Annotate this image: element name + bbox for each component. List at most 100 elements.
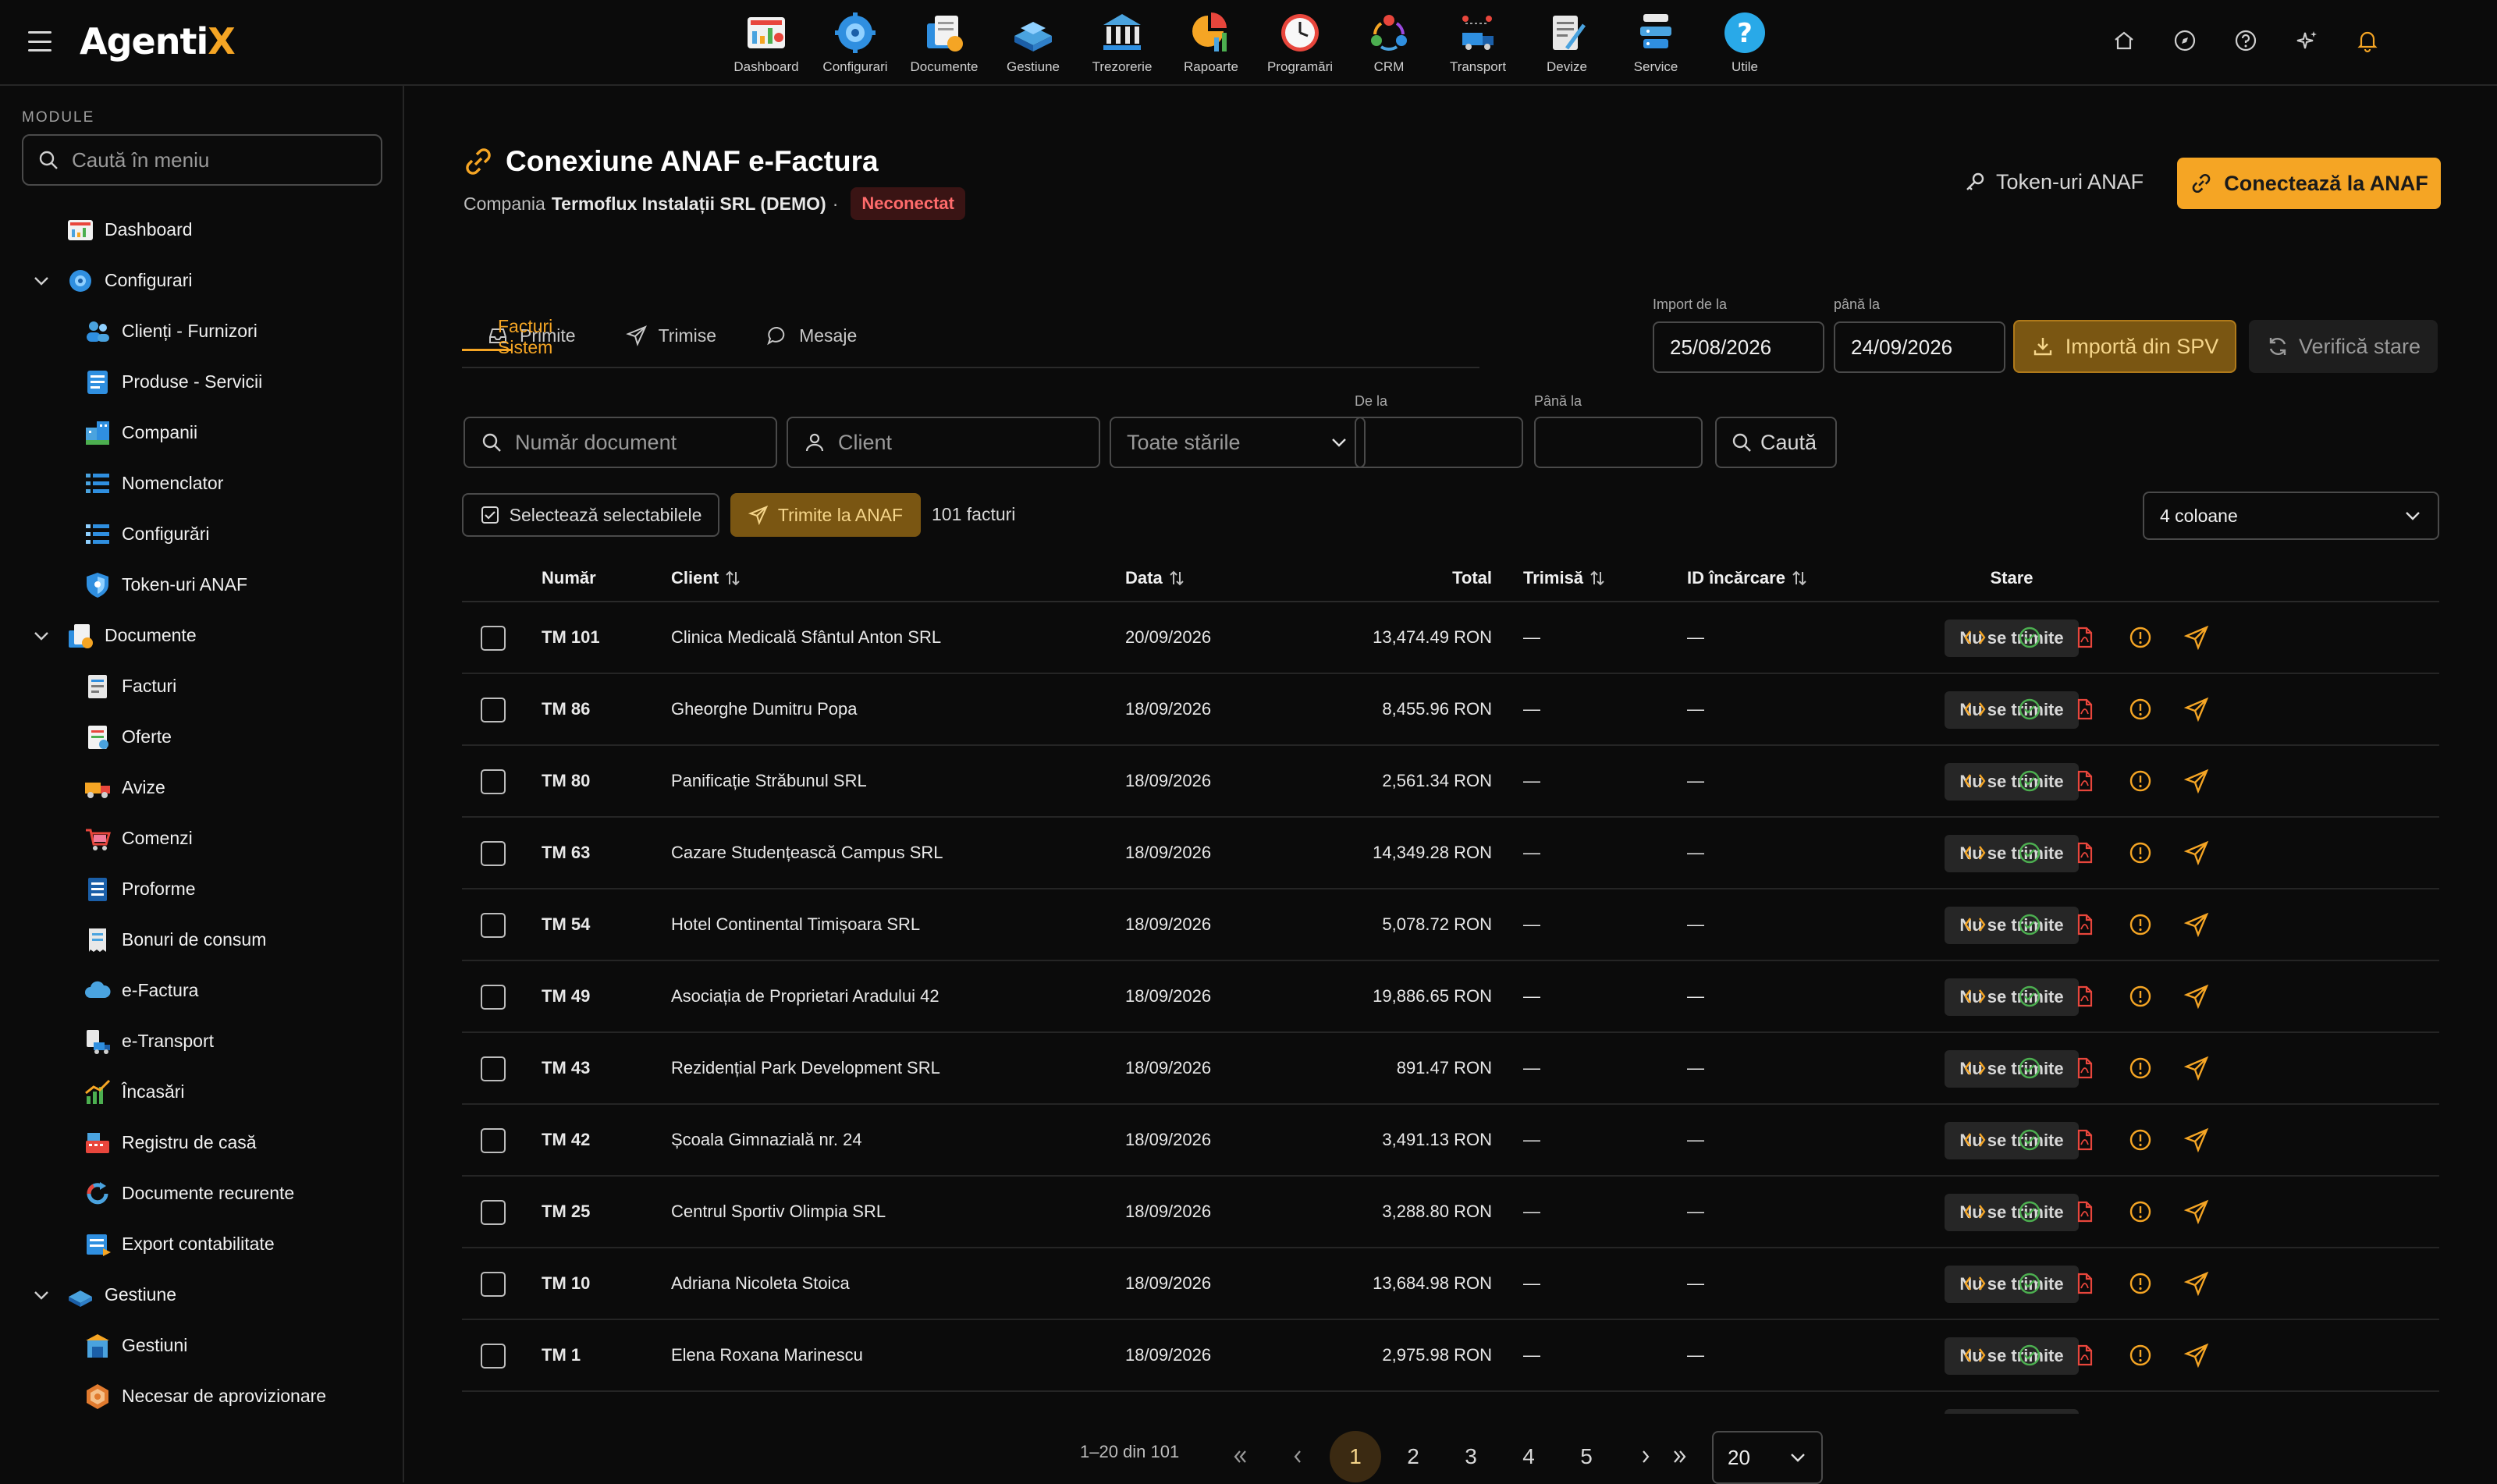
info-circle-icon[interactable] bbox=[2127, 1342, 2154, 1369]
cell-number[interactable]: TM 49 bbox=[542, 986, 590, 1006]
sidebar-item-documente-recurente[interactable]: Documente recurente bbox=[0, 1168, 404, 1219]
send-icon[interactable] bbox=[2183, 1055, 2210, 1081]
sidebar-item-nomenclator[interactable]: Nomenclator bbox=[0, 458, 404, 509]
info-circle-icon[interactable] bbox=[2127, 1055, 2154, 1081]
module-devize[interactable]: Devize bbox=[1528, 9, 1606, 75]
xml-icon[interactable] bbox=[1962, 1198, 1988, 1225]
xml-icon[interactable] bbox=[1962, 768, 1988, 794]
tab-trimise[interactable]: Trimise bbox=[601, 303, 742, 368]
row-checkbox[interactable] bbox=[481, 913, 506, 938]
page-size-select[interactable]: 20 bbox=[1712, 1431, 1823, 1484]
sidebar-item-configurari-sub[interactable]: Configurări bbox=[0, 509, 404, 559]
prev-page-button[interactable] bbox=[1272, 1431, 1323, 1482]
page-button-4[interactable]: 4 bbox=[1503, 1431, 1554, 1482]
xml-icon[interactable] bbox=[1962, 624, 1988, 651]
sidebar-item-clienti-furnizori[interactable]: Clienți - Furnizori bbox=[0, 306, 404, 357]
check-circle-icon[interactable] bbox=[2016, 1198, 2043, 1225]
send-icon[interactable] bbox=[2183, 983, 2210, 1010]
import-spv-button[interactable]: Importă din SPV bbox=[2013, 320, 2236, 373]
sidebar-item-export-contabilitate[interactable]: Export contabilitate bbox=[0, 1219, 404, 1269]
cell-number[interactable]: TM 54 bbox=[542, 914, 590, 935]
pdf-icon[interactable] bbox=[2071, 1270, 2097, 1297]
module-service[interactable]: Service bbox=[1617, 9, 1695, 75]
check-circle-icon[interactable] bbox=[2016, 1055, 2043, 1081]
sidebar-item-oferte[interactable]: Oferte bbox=[0, 712, 404, 762]
module-configurari[interactable]: Configurari bbox=[816, 9, 894, 75]
chevron-down-icon[interactable] bbox=[31, 1285, 52, 1305]
client-input[interactable]: Client bbox=[787, 417, 1100, 468]
row-checkbox[interactable] bbox=[481, 1056, 506, 1081]
send-icon[interactable] bbox=[2183, 696, 2210, 722]
sidebar-item-configurari[interactable]: Configurari bbox=[0, 255, 404, 306]
sidebar-item-bonuri-de-consum[interactable]: Bonuri de consum bbox=[0, 914, 404, 965]
sidebar-item-facturi[interactable]: Facturi bbox=[0, 661, 404, 712]
info-circle-icon[interactable] bbox=[2127, 983, 2154, 1010]
cell-number[interactable]: TM 25 bbox=[542, 1202, 590, 1222]
col-sent[interactable]: Trimisă bbox=[1523, 568, 1607, 588]
info-circle-icon[interactable] bbox=[2127, 840, 2154, 866]
xml-icon[interactable] bbox=[1962, 696, 1988, 722]
cell-number[interactable]: TM 101 bbox=[542, 627, 600, 648]
pdf-icon[interactable] bbox=[2071, 1055, 2097, 1081]
check-circle-icon[interactable] bbox=[2016, 696, 2043, 722]
send-icon[interactable] bbox=[2183, 840, 2210, 866]
row-checkbox[interactable] bbox=[481, 1128, 506, 1153]
cell-number[interactable]: TM 43 bbox=[542, 1058, 590, 1078]
help-icon[interactable] bbox=[2233, 28, 2258, 53]
module-transport[interactable]: Transport bbox=[1439, 9, 1517, 75]
sidebar-item-avize[interactable]: Avize bbox=[0, 762, 404, 813]
send-icon[interactable] bbox=[2183, 768, 2210, 794]
chevron-down-icon[interactable] bbox=[31, 626, 52, 646]
row-checkbox[interactable] bbox=[481, 1344, 506, 1369]
pdf-icon[interactable] bbox=[2071, 768, 2097, 794]
col-date[interactable]: Data bbox=[1125, 568, 1186, 588]
send-icon[interactable] bbox=[2183, 624, 2210, 651]
module-crm[interactable]: CRM bbox=[1350, 9, 1428, 75]
check-circle-icon[interactable] bbox=[2016, 768, 2043, 794]
sort-icon[interactable] bbox=[1167, 569, 1186, 588]
tab-mesaje[interactable]: Mesaje bbox=[741, 303, 882, 368]
info-circle-icon[interactable] bbox=[2127, 768, 2154, 794]
pdf-icon[interactable] bbox=[2071, 1342, 2097, 1369]
row-checkbox[interactable] bbox=[481, 1200, 506, 1225]
cell-number[interactable]: TM 63 bbox=[542, 843, 590, 863]
pdf-icon[interactable] bbox=[2071, 1198, 2097, 1225]
status-select[interactable]: Toate stările bbox=[1110, 417, 1366, 468]
pdf-icon[interactable] bbox=[2071, 983, 2097, 1010]
check-circle-icon[interactable] bbox=[2016, 911, 2043, 938]
search-button[interactable]: Caută bbox=[1715, 417, 1837, 468]
check-circle-icon[interactable] bbox=[2016, 1127, 2043, 1153]
cell-number[interactable]: TM 86 bbox=[542, 699, 590, 719]
last-page-button[interactable] bbox=[1654, 1431, 1706, 1482]
cell-number[interactable]: TM 10 bbox=[542, 1273, 590, 1294]
xml-icon[interactable] bbox=[1962, 1055, 1988, 1081]
cell-number[interactable]: TM 80 bbox=[542, 771, 590, 791]
module-documente[interactable]: Documente bbox=[905, 9, 983, 75]
xml-icon[interactable] bbox=[1962, 983, 1988, 1010]
sidebar-item-produse-servicii[interactable]: Produse - Servicii bbox=[0, 357, 404, 407]
check-circle-icon[interactable] bbox=[2016, 840, 2043, 866]
send-icon[interactable] bbox=[2183, 1198, 2210, 1225]
app-logo[interactable]: AgentiX bbox=[80, 20, 236, 62]
info-circle-icon[interactable] bbox=[2127, 1270, 2154, 1297]
col-client[interactable]: Client bbox=[671, 568, 742, 588]
page-button-3[interactable]: 3 bbox=[1445, 1431, 1497, 1482]
check-circle-icon[interactable] bbox=[2016, 1270, 2043, 1297]
import-to-date[interactable]: 24/09/2026 bbox=[1834, 321, 2005, 373]
info-circle-icon[interactable] bbox=[2127, 1127, 2154, 1153]
page-button-1[interactable]: 1 bbox=[1330, 1431, 1381, 1482]
sidebar-item-documente[interactable]: Documente bbox=[0, 610, 404, 661]
xml-icon[interactable] bbox=[1962, 1127, 1988, 1153]
module-rapoarte[interactable]: Rapoarte bbox=[1172, 9, 1250, 75]
info-circle-icon[interactable] bbox=[2127, 911, 2154, 938]
pdf-icon[interactable] bbox=[2071, 696, 2097, 722]
info-circle-icon[interactable] bbox=[2127, 1198, 2154, 1225]
sidebar-item-proforme[interactable]: Proforme bbox=[0, 864, 404, 914]
compass-icon[interactable] bbox=[2172, 28, 2197, 53]
select-selectable-button[interactable]: Selectează selectabilele bbox=[462, 493, 719, 537]
cell-number[interactable]: TM 1 bbox=[542, 1345, 581, 1365]
sidebar-item-gestiune[interactable]: Gestiune bbox=[0, 1269, 404, 1320]
sidebar-item-token-uri-anaf[interactable]: Token-uri ANAF bbox=[0, 559, 404, 610]
token-uri-anaf-button[interactable]: Token-uri ANAF bbox=[1963, 161, 2144, 203]
sidebar-item-comenzi[interactable]: Comenzi bbox=[0, 813, 404, 864]
